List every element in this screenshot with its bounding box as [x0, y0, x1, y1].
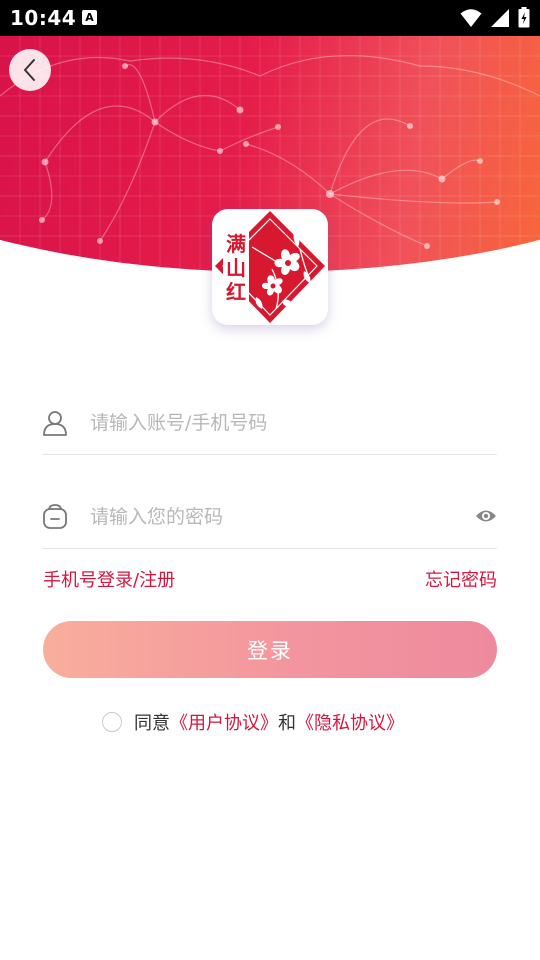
- password-field: [42, 488, 497, 549]
- lock-icon: [43, 504, 67, 529]
- svg-text:山: 山: [226, 256, 246, 280]
- signal-icon: [491, 8, 509, 27]
- back-button[interactable]: [9, 49, 51, 91]
- agreement-checkbox[interactable]: [102, 712, 122, 732]
- phone-login-link[interactable]: 手机号登录/注册: [43, 566, 175, 592]
- login-button[interactable]: 登录: [43, 621, 497, 678]
- chevron-left-icon: [24, 59, 35, 81]
- password-input[interactable]: [90, 498, 470, 536]
- privacy-agreement-link[interactable]: 《隐私协议》: [296, 709, 404, 735]
- eye-icon[interactable]: [475, 508, 497, 524]
- battery-icon: [518, 7, 530, 28]
- svg-text:红: 红: [226, 280, 246, 304]
- agreement-row: 同意 《用户协议》 和 《隐私协议》: [102, 707, 404, 737]
- app-logo: 满 山 红: [212, 209, 328, 325]
- app-logo-image: 满 山 红: [215, 211, 325, 323]
- account-input[interactable]: [90, 404, 470, 442]
- agreement-and: 和: [278, 713, 296, 734]
- status-icons: [460, 7, 530, 28]
- user-icon: [43, 411, 67, 436]
- account-field: [42, 394, 497, 455]
- status-bar: 10:44 A: [0, 0, 540, 36]
- notification-badge: A: [82, 10, 97, 25]
- user-agreement-link[interactable]: 《用户协议》: [170, 709, 278, 735]
- wifi-icon: [460, 8, 482, 27]
- agreement-prefix: 同意: [134, 713, 170, 734]
- svg-text:满: 满: [226, 232, 246, 256]
- status-time: 10:44: [10, 6, 77, 30]
- forgot-password-link[interactable]: 忘记密码: [425, 566, 497, 592]
